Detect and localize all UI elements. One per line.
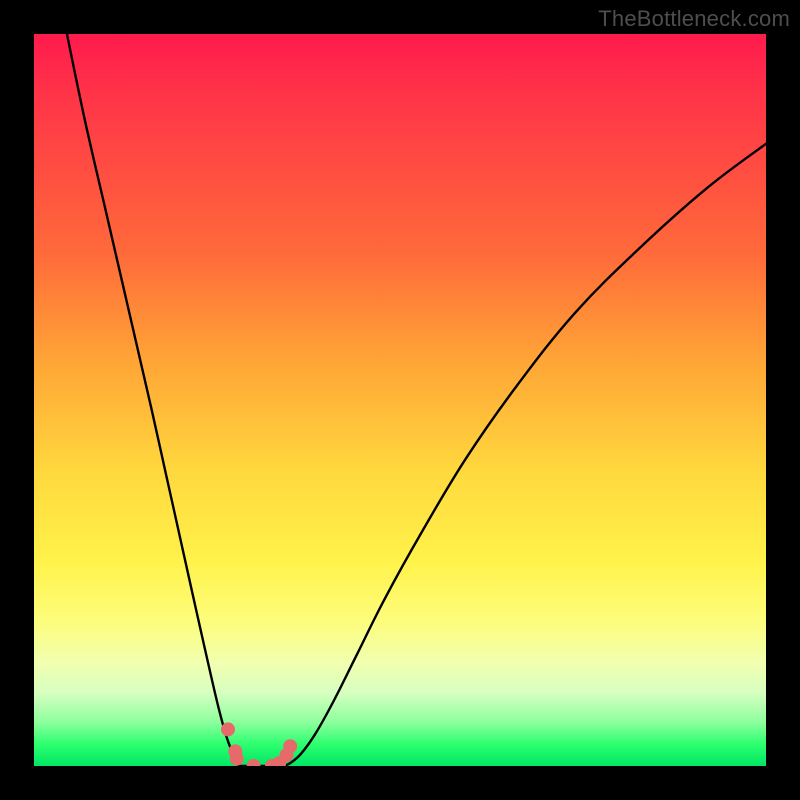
plot-area: [34, 34, 766, 766]
cusp-markers: [221, 722, 297, 766]
cusp-marker: [221, 722, 235, 736]
bottleneck-curve-svg: [34, 34, 766, 766]
cusp-marker: [283, 739, 297, 753]
watermark-text: TheBottleneck.com: [598, 6, 790, 32]
chart-frame: TheBottleneck.com: [0, 0, 800, 800]
bottleneck-curve: [67, 34, 766, 766]
cusp-marker: [230, 752, 244, 766]
cusp-marker: [247, 759, 261, 766]
